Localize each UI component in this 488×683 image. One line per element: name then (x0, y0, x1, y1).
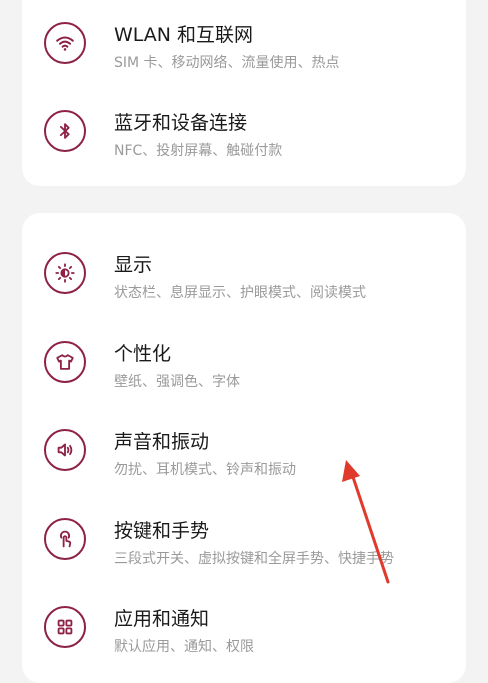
settings-item-subtitle: 状态栏、息屏显示、护眼模式、阅读模式 (114, 285, 366, 301)
settings-item-subtitle: 默认应用、通知、权限 (114, 639, 254, 655)
tshirt-icon (44, 341, 86, 383)
settings-item-title: 声音和振动 (114, 431, 210, 453)
settings-item-apps-notifications[interactable]: 应用和通知 默认应用、通知、权限 (22, 584, 466, 672)
settings-item-subtitle: 壁纸、强调色、字体 (114, 374, 240, 390)
settings-item-title: 显示 (114, 254, 153, 276)
settings-item-subtitle: 勿扰、耳机模式、铃声和振动 (114, 462, 296, 478)
wifi-icon (44, 22, 86, 64)
settings-item-title: 应用和通知 (114, 608, 210, 630)
settings-item-display[interactable]: 显示 状态栏、息屏显示、护眼模式、阅读模式 (22, 230, 466, 318)
settings-item-title: WLAN 和互联网 (114, 24, 254, 46)
settings-item-subtitle: NFC、投射屏幕、触碰付款 (114, 143, 283, 159)
settings-item-subtitle: 三段式开关、虚拟按键和全屏手势、快捷手势 (114, 551, 394, 567)
settings-item-wlan[interactable]: WLAN 和互联网 SIM 卡、移动网络、流量使用、热点 (22, 0, 466, 88)
brightness-icon (44, 252, 86, 294)
settings-item-title: 个性化 (114, 343, 172, 365)
settings-item-buttons-gestures[interactable]: 按键和手势 三段式开关、虚拟按键和全屏手势、快捷手势 (22, 496, 466, 584)
settings-item-personalization[interactable]: 个性化 壁纸、强调色、字体 (22, 319, 466, 407)
apps-grid-icon (44, 606, 86, 648)
network-settings-card: WLAN 和互联网 SIM 卡、移动网络、流量使用、热点 蓝牙和设备连接 NFC… (22, 0, 466, 186)
settings-item-subtitle: SIM 卡、移动网络、流量使用、热点 (114, 55, 340, 71)
settings-item-title: 按键和手势 (114, 520, 210, 542)
settings-item-title: 蓝牙和设备连接 (114, 112, 248, 134)
touch-gesture-icon (44, 518, 86, 560)
speaker-icon (44, 429, 86, 471)
settings-item-sound-vibration[interactable]: 声音和振动 勿扰、耳机模式、铃声和振动 (22, 407, 466, 495)
settings-item-bluetooth[interactable]: 蓝牙和设备连接 NFC、投射屏幕、触碰付款 (22, 88, 466, 176)
device-settings-card: 显示 状态栏、息屏显示、护眼模式、阅读模式 个性化 壁纸、强调色、字体 声音和振… (22, 213, 466, 683)
bluetooth-icon (44, 110, 86, 152)
